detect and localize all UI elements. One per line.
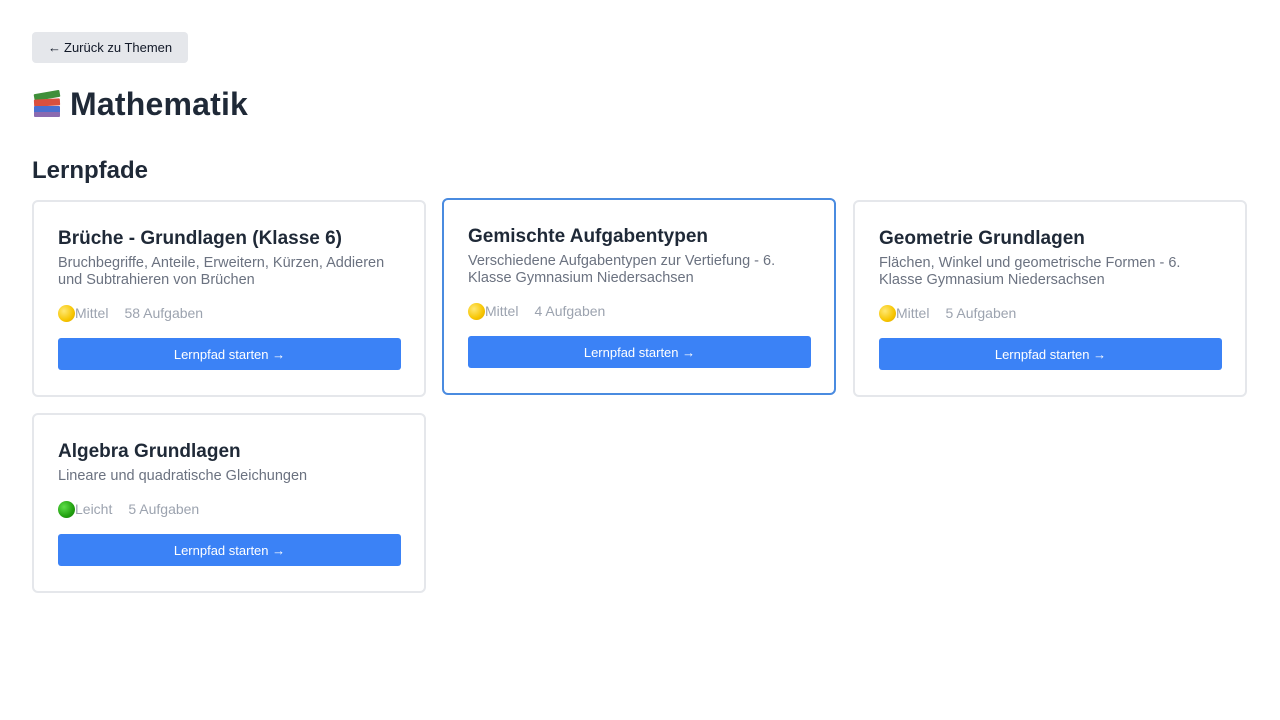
learning-path-card: Brüche - Grundlagen (Klasse 6) Bruchbegr… [32, 200, 426, 397]
difficulty-label: Mittel [75, 305, 109, 321]
task-count: 58 Aufgaben [124, 305, 204, 321]
back-to-topics-button[interactable]: ← Zurück zu Themen [32, 32, 189, 63]
learning-path-card: Algebra Grundlagen Lineare und quadratis… [32, 413, 426, 593]
card-title: Geometrie Grundlagen [879, 228, 1085, 249]
section-title: Lernpfade [32, 157, 149, 184]
task-count: 5 Aufgaben [128, 501, 200, 517]
card-description: Lineare und quadratische Gleichungen [58, 468, 308, 484]
start-learning-path-button[interactable]: Lernpfad starten → [58, 534, 401, 566]
start-learning-path-button[interactable]: Lernpfad starten → [58, 338, 401, 370]
difficulty-medium-icon [58, 304, 75, 322]
card-description: Bruchbegriffe, Anteile, Erweitern, Kürze… [58, 255, 385, 288]
difficulty-label: Mittel [485, 303, 519, 319]
arrow-left-icon: ← [48, 40, 61, 55]
task-count: 5 Aufgaben [945, 305, 1017, 321]
card-description: Verschiedene Aufgabentypen zur Vertiefun… [468, 253, 776, 286]
card-description: Flächen, Winkel und geometrische Formen … [879, 255, 1181, 288]
books-icon [32, 89, 62, 119]
difficulty-medium-icon [468, 302, 485, 320]
card-meta: Leicht 5 Aufgaben [58, 500, 400, 518]
start-learning-path-button[interactable]: Lernpfad starten → [468, 336, 811, 368]
page: ← Zurück zu Themen Mathematik Lernpfade … [0, 0, 1280, 720]
start-learning-path-button[interactable]: Lernpfad starten → [879, 338, 1222, 370]
card-meta: Mittel 5 Aufgaben [879, 304, 1221, 322]
page-header: Mathematik [32, 84, 1248, 124]
learning-path-card: Geometrie Grundlagen Flächen, Winkel und… [853, 200, 1247, 397]
card-title: Brüche - Grundlagen (Klasse 6) [58, 228, 343, 249]
difficulty-label: Leicht [75, 501, 113, 517]
page-title: Mathematik [70, 85, 249, 122]
back-button-label: Zurück zu Themen [64, 40, 173, 55]
task-count: 4 Aufgaben [534, 303, 606, 319]
learning-path-card: Gemischte Aufgabentypen Verschiedene Auf… [442, 198, 836, 395]
card-meta: Mittel 58 Aufgaben [58, 304, 400, 322]
card-title: Gemischte Aufgabentypen [468, 226, 709, 247]
difficulty-label: Mittel [896, 305, 930, 321]
card-title: Algebra Grundlagen [58, 441, 241, 462]
difficulty-medium-icon [879, 304, 896, 322]
card-meta: Mittel 4 Aufgaben [468, 302, 810, 320]
difficulty-easy-icon [58, 500, 75, 518]
